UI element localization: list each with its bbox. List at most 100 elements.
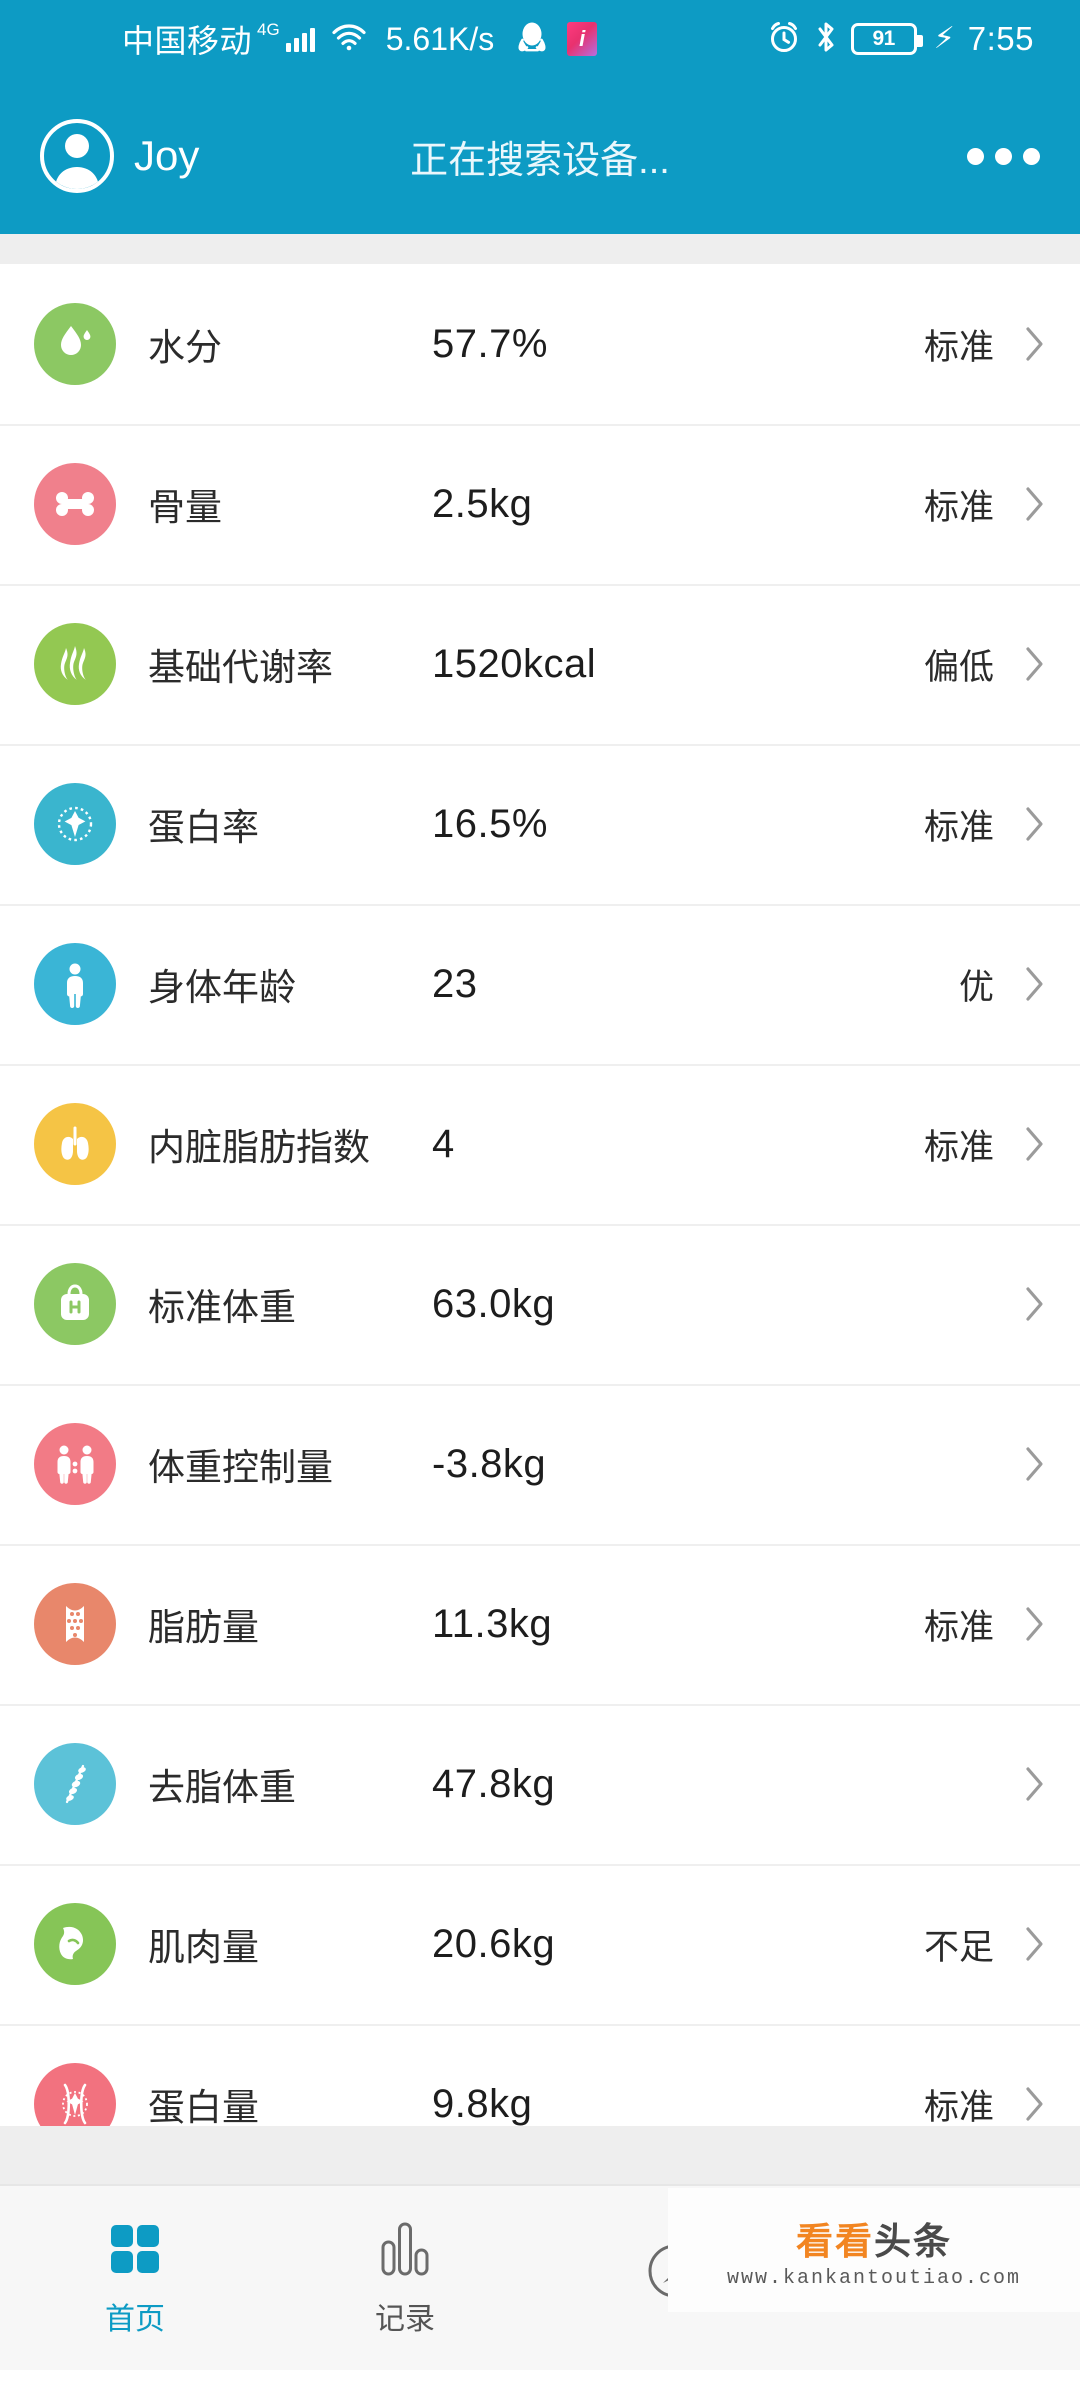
status-bar: 中国移动 4G 5.61K/s i 91 ⚡ 7:55 <box>0 0 1080 78</box>
metric-value: 16.5% <box>432 801 548 846</box>
metric-label: 蛋白率 <box>148 807 259 848</box>
watermark: 看看头条 www.kankantoutiao.com <box>668 2188 1080 2312</box>
metric-label: 基础代谢率 <box>148 647 333 688</box>
protein-cell-icon <box>34 783 116 865</box>
nav-item-记录[interactable]: 记录 <box>270 2218 540 2338</box>
chevron-right-icon[interactable] <box>994 1765 1046 1803</box>
home-grid-icon <box>106 2218 164 2280</box>
metric-label: 肌肉量 <box>148 1927 259 1968</box>
spine-lean-icon <box>34 1743 116 1825</box>
table-row[interactable]: 骨量 2.5kg 标准 <box>0 424 1080 584</box>
pink-app-icon: i <box>567 22 598 56</box>
chevron-right-icon[interactable] <box>994 1445 1046 1483</box>
status-badge: 标准 <box>923 807 994 847</box>
header-list-divider <box>0 234 1080 264</box>
chevron-right-icon[interactable] <box>994 325 1046 363</box>
chevron-right-icon[interactable] <box>994 2085 1046 2123</box>
bluetooth-icon <box>814 19 838 60</box>
more-options-icon[interactable] <box>967 147 1040 165</box>
muscle-arm-icon <box>34 1903 116 1985</box>
table-row[interactable]: 基础代谢率 1520kcal 偏低 <box>0 584 1080 744</box>
table-row[interactable]: 脂肪量 11.3kg 标准 <box>0 1544 1080 1704</box>
qq-penguin-icon <box>517 20 547 59</box>
metric-value: 1520kcal <box>432 641 597 686</box>
carrier-label: 中国移动 <box>122 23 253 59</box>
table-row[interactable]: 内脏脂肪指数 4 标准 <box>0 1064 1080 1224</box>
alarm-clock-icon <box>767 20 801 59</box>
metric-label: 内脏脂肪指数 <box>148 1127 370 1168</box>
nav-label: 首页 <box>105 2303 165 2336</box>
chevron-right-icon[interactable] <box>994 485 1046 523</box>
metric-value: 63.0kg <box>432 1281 556 1326</box>
app-header: Joy 正在搜索设备... <box>0 78 1080 234</box>
table-row[interactable]: 水分 57.7% 标准 <box>0 264 1080 424</box>
battery-level-label: 91 <box>872 27 896 50</box>
two-people-icon <box>34 1423 116 1505</box>
list-nav-divider <box>0 2126 1080 2184</box>
chevron-right-icon[interactable] <box>994 1285 1046 1323</box>
table-row[interactable]: 体重控制量 -3.8kg <box>0 1384 1080 1544</box>
watermark-brand: 看看头条 <box>796 2211 952 2265</box>
metric-label: 标准体重 <box>148 1287 296 1328</box>
network-speed-label: 5.61K/s <box>385 20 495 57</box>
metric-value: -3.8kg <box>432 1441 547 1486</box>
username-label: Joy <box>134 132 200 179</box>
fat-mass-icon <box>34 1583 116 1665</box>
metric-label: 骨量 <box>148 487 222 528</box>
metrics-list[interactable]: 水分 57.7% 标准 骨量 2.5kg 标准 基础代谢率 1520kcal 偏低 蛋白率 16.5… <box>0 264 1080 2126</box>
charging-bolt-icon: ⚡ <box>933 22 955 55</box>
wifi-icon <box>331 23 367 56</box>
metric-label: 蛋白量 <box>148 2087 259 2126</box>
metric-label: 体重控制量 <box>148 1447 333 1488</box>
metric-value: 2.5kg <box>432 481 533 526</box>
table-row[interactable]: 去脂体重 47.8kg <box>0 1704 1080 1864</box>
chevron-right-icon[interactable] <box>994 965 1046 1003</box>
metric-value: 11.3kg <box>432 1601 553 1646</box>
table-row[interactable]: 身体年龄 23 优 <box>0 904 1080 1064</box>
protein-mass-icon <box>34 2063 116 2126</box>
status-bar-left: 中国移动 4G 5.61K/s i <box>122 16 598 62</box>
status-badge: 标准 <box>923 1127 994 1167</box>
chevron-right-icon[interactable] <box>994 1605 1046 1643</box>
chevron-right-icon[interactable] <box>994 645 1046 683</box>
table-row[interactable]: 肌肉量 20.6kg 不足 <box>0 1864 1080 2024</box>
nav-item-首页[interactable]: 首页 <box>0 2218 270 2338</box>
status-bar-right: 91 ⚡ 7:55 <box>767 19 1054 60</box>
chevron-right-icon[interactable] <box>994 805 1046 843</box>
metric-value: 23 <box>432 961 478 1006</box>
metric-label: 脂肪量 <box>148 1607 259 1648</box>
battery-indicator: 91 <box>850 23 923 55</box>
clock-label: 7:55 <box>967 20 1034 57</box>
metric-value: 4 <box>432 1121 455 1166</box>
avatar[interactable] <box>40 119 114 193</box>
metric-label: 去脂体重 <box>148 1767 296 1808</box>
watermark-brand-dark: 头条 <box>874 2220 952 2262</box>
table-row[interactable]: 蛋白率 16.5% 标准 <box>0 744 1080 904</box>
flame-metabolism-icon <box>34 623 116 705</box>
nav-label: 记录 <box>375 2303 435 2336</box>
table-row[interactable]: 蛋白量 9.8kg 标准 <box>0 2024 1080 2126</box>
status-badge: 标准 <box>923 1607 994 1647</box>
status-badge: 优 <box>958 967 994 1007</box>
bar-chart-icon <box>379 2218 431 2280</box>
metric-value: 9.8kg <box>432 2081 533 2126</box>
chevron-right-icon[interactable] <box>994 1925 1046 1963</box>
status-badge: 标准 <box>923 327 994 367</box>
metric-label: 水分 <box>148 327 222 368</box>
metric-value: 20.6kg <box>432 1921 556 1966</box>
status-badge: 标准 <box>923 487 994 527</box>
status-badge: 偏低 <box>923 647 994 687</box>
signal-bars-icon <box>285 26 315 52</box>
metric-value: 57.7% <box>432 321 548 366</box>
status-badge: 标准 <box>923 2087 994 2127</box>
metric-value: 47.8kg <box>432 1761 556 1806</box>
bone-icon <box>34 463 116 545</box>
lungs-visceral-icon <box>34 1103 116 1185</box>
chevron-right-icon[interactable] <box>994 1125 1046 1163</box>
network-type-label: 4G <box>257 20 280 39</box>
scale-weight-icon <box>34 1263 116 1345</box>
watermark-url: www.kankantoutiao.com <box>726 2266 1022 2290</box>
table-row[interactable]: 标准体重 63.0kg <box>0 1224 1080 1384</box>
status-badge: 不足 <box>923 1927 994 1967</box>
water-drop-icon <box>34 303 116 385</box>
